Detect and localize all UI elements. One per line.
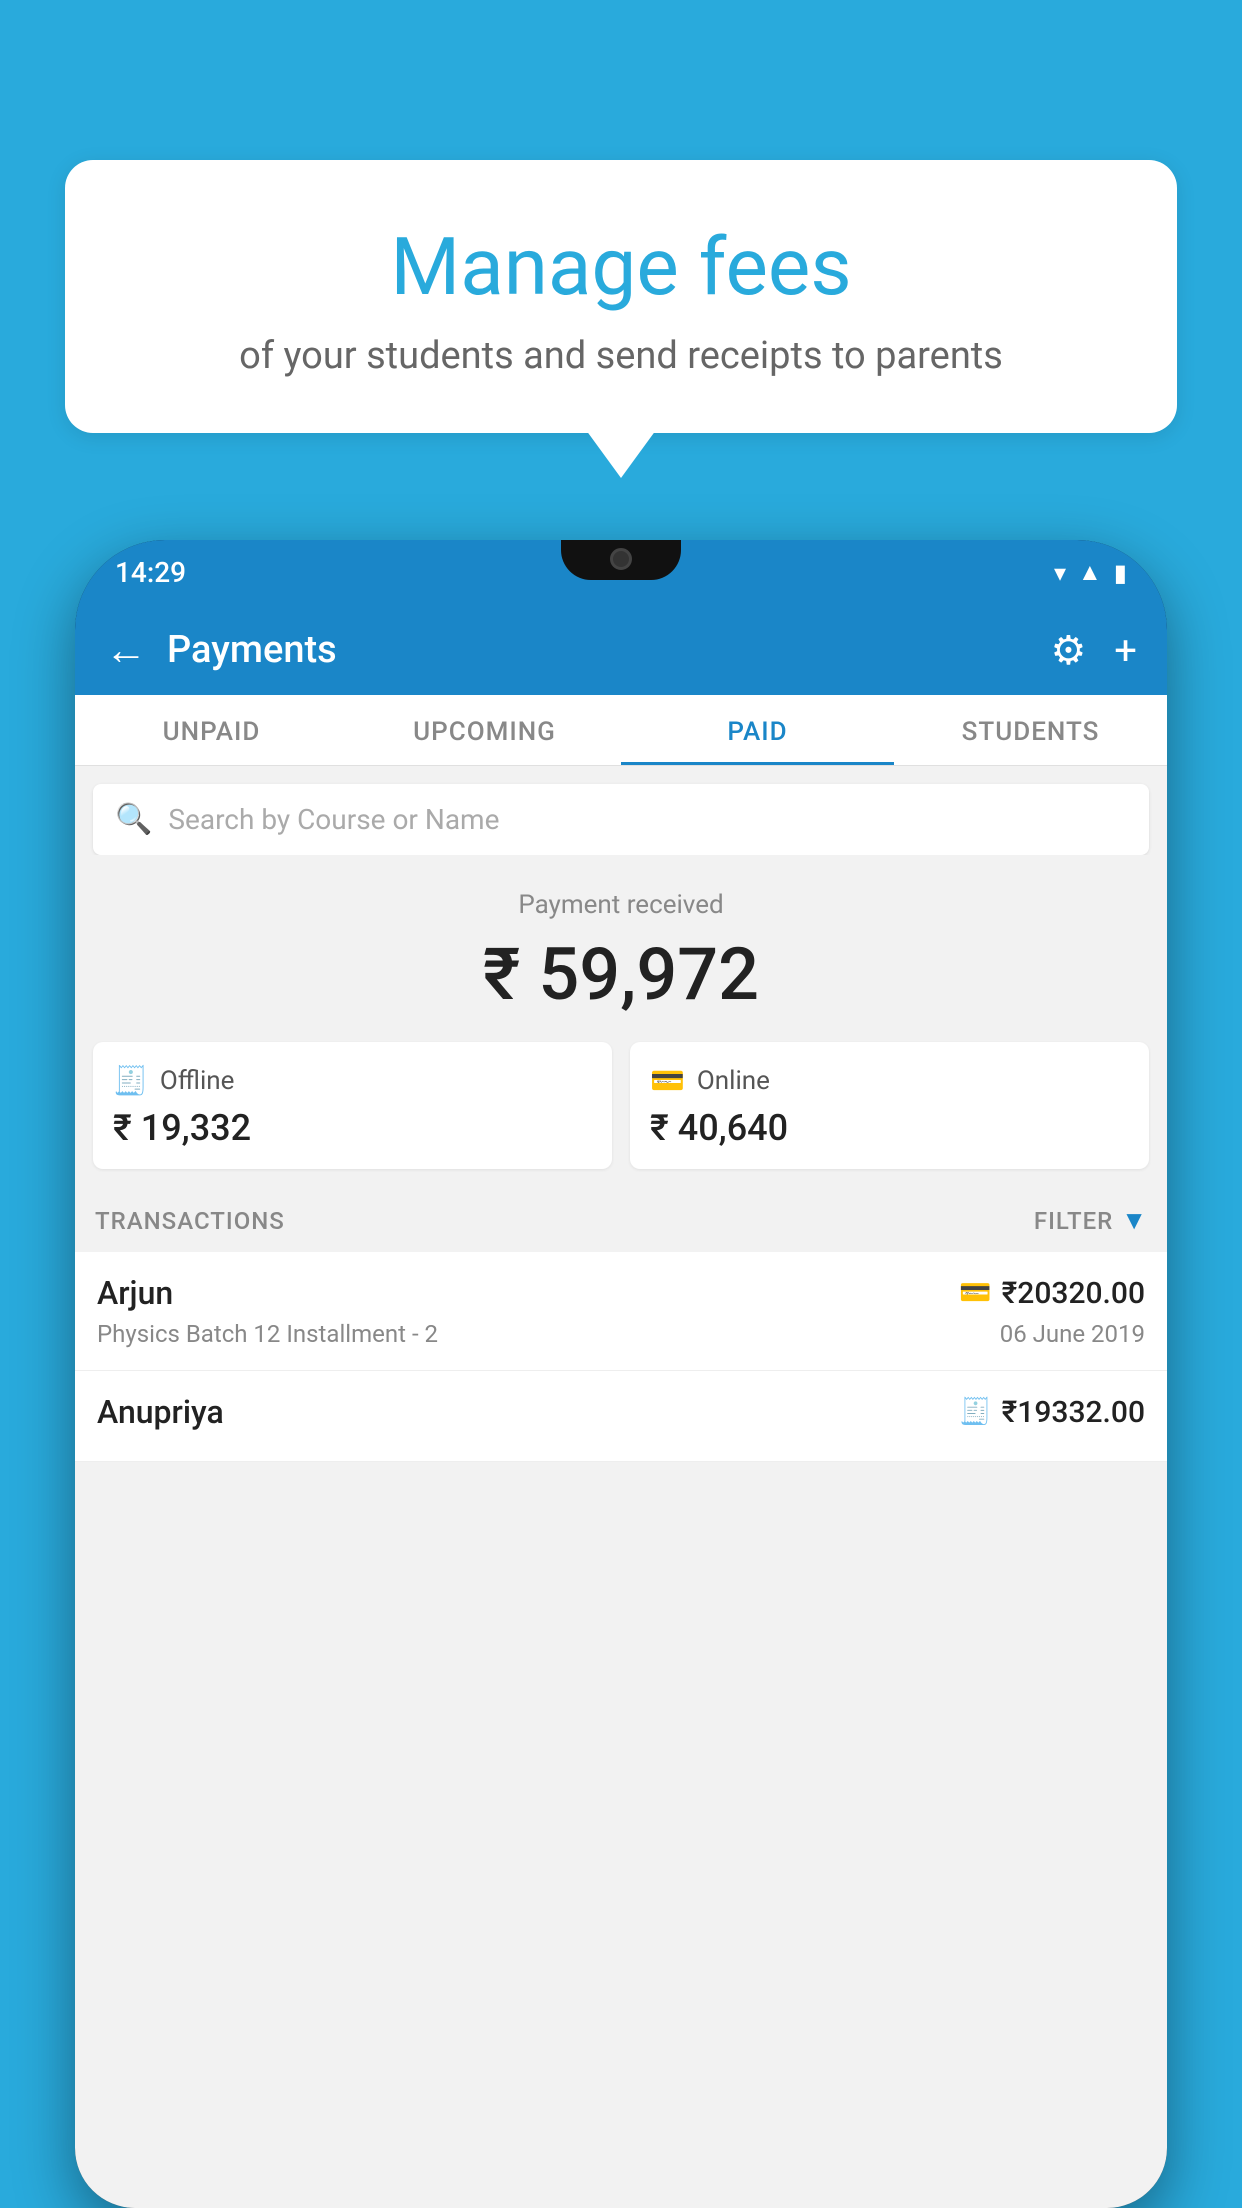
search-placeholder: Search by Course or Name [168,803,499,836]
status-bar: 14:29 ▾ ▲ ▮ [75,540,1167,605]
transaction-amount: ₹19332.00 [1002,1395,1145,1430]
online-label: Online [697,1066,770,1096]
transaction-bottom: Physics Batch 12 Installment - 2 06 June… [97,1320,1145,1348]
amount-row: 🧾 ₹19332.00 [959,1395,1145,1430]
back-button[interactable]: ← [105,626,147,675]
transaction-date: 06 June 2019 [1000,1320,1145,1348]
tab-students[interactable]: STUDENTS [894,695,1167,765]
header-actions: ⚙ + [1050,627,1137,674]
transactions-header: TRANSACTIONS FILTER ▼ [75,1189,1167,1252]
bubble-subtitle: of your students and send receipts to pa… [115,334,1127,378]
tab-paid[interactable]: PAID [621,695,894,765]
online-card: 💳 Online ₹ 40,640 [630,1042,1149,1169]
offline-label: Offline [160,1066,235,1096]
filter-icon: ▼ [1121,1205,1147,1236]
online-card-header: 💳 Online [650,1064,1129,1097]
payment-received-label: Payment received [75,890,1167,920]
tabs-bar: UNPAID UPCOMING PAID STUDENTS [75,695,1167,766]
add-icon[interactable]: + [1114,627,1137,674]
offline-amount: ₹ 19,332 [113,1107,592,1149]
transaction-amount: ₹20320.00 [1002,1276,1145,1311]
offline-card: 🧾 Offline ₹ 19,332 [93,1042,612,1169]
transaction-row[interactable]: Anupriya 🧾 ₹19332.00 [75,1371,1167,1462]
filter-label: FILTER [1034,1207,1113,1235]
transaction-top: Anupriya 🧾 ₹19332.00 [97,1393,1145,1431]
search-icon: 🔍 [115,802,152,837]
transaction-top: Arjun 💳 ₹20320.00 [97,1274,1145,1312]
student-name: Anupriya [97,1393,224,1431]
online-amount: ₹ 40,640 [650,1107,1129,1149]
settings-icon[interactable]: ⚙ [1050,627,1086,674]
phone-frame: 14:29 ▾ ▲ ▮ ← Payments ⚙ + UNPAID [75,540,1167,2208]
online-mode-icon: 💳 [959,1278,991,1308]
transaction-row[interactable]: Arjun 💳 ₹20320.00 Physics Batch 12 Insta… [75,1252,1167,1371]
payment-cards: 🧾 Offline ₹ 19,332 💳 Online ₹ 40,640 [93,1042,1149,1169]
speech-bubble: Manage fees of your students and send re… [65,160,1177,433]
wifi-icon: ▾ [1054,559,1066,587]
speech-bubble-container: Manage fees of your students and send re… [65,160,1177,433]
payment-total-amount: ₹ 59,972 [75,932,1167,1017]
battery-icon: ▮ [1114,559,1127,587]
online-payment-icon: 💳 [650,1064,685,1097]
transactions-label: TRANSACTIONS [95,1207,285,1235]
offline-mode-icon: 🧾 [959,1397,991,1427]
notch [561,540,681,580]
amount-row: 💳 ₹20320.00 [959,1276,1145,1311]
offline-payment-icon: 🧾 [113,1064,148,1097]
status-icons: ▾ ▲ ▮ [1054,558,1127,587]
payment-summary: Payment received ₹ 59,972 [75,855,1167,1042]
status-time: 14:29 [115,556,186,589]
header-title: Payments [167,628,1050,672]
bubble-title: Manage fees [115,220,1127,314]
offline-card-header: 🧾 Offline [113,1064,592,1097]
phone-content: 🔍 Search by Course or Name Payment recei… [75,766,1167,2208]
front-camera [610,548,632,570]
tab-upcoming[interactable]: UPCOMING [348,695,621,765]
tab-unpaid[interactable]: UNPAID [75,695,348,765]
signal-icon: ▲ [1078,558,1102,587]
app-header: ← Payments ⚙ + [75,605,1167,695]
student-name: Arjun [97,1274,173,1312]
search-bar[interactable]: 🔍 Search by Course or Name [93,784,1149,855]
course-info: Physics Batch 12 Installment - 2 [97,1320,438,1348]
filter-button[interactable]: FILTER ▼ [1034,1205,1147,1236]
